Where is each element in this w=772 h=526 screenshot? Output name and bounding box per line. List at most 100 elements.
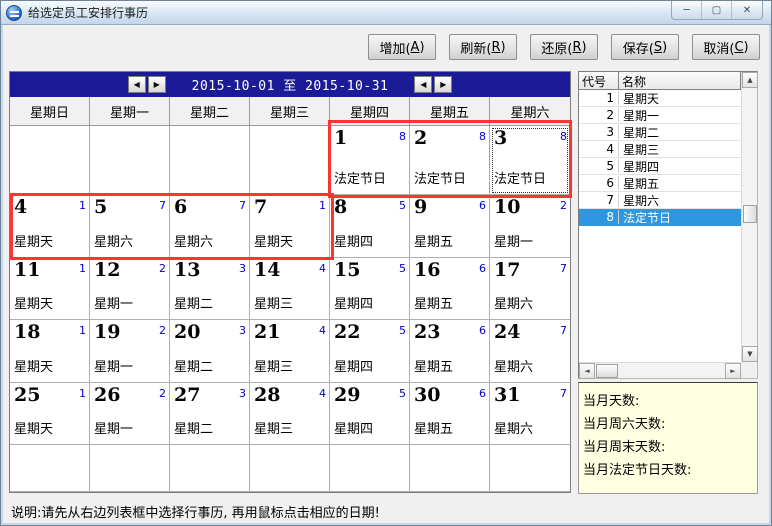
day-event-label: 星期天 — [254, 231, 326, 250]
day-event-label: 星期六 — [494, 356, 567, 375]
vertical-scrollbar[interactable]: ▲ ▼ — [741, 72, 757, 362]
legend-header-code: 代号 — [579, 72, 619, 89]
legend-code: 8 — [579, 210, 619, 224]
legend-code: 5 — [579, 159, 619, 173]
event-code: 7 — [239, 199, 246, 212]
calendar-day-cell[interactable]: 203星期二 — [170, 320, 250, 383]
calendar-empty-cell[interactable] — [10, 126, 90, 195]
day-number: 1 — [334, 127, 347, 149]
event-code: 8 — [560, 130, 567, 143]
legend-name: 星期二 — [619, 124, 741, 141]
close-icon[interactable]: ✕ — [732, 1, 762, 19]
legend-row[interactable]: 1星期天 — [579, 90, 741, 107]
calendar-empty-cell[interactable] — [90, 445, 170, 492]
event-code: 1 — [79, 324, 86, 337]
day-number: 23 — [414, 321, 440, 343]
calendar-day-cell[interactable]: 317星期六 — [490, 383, 570, 445]
calendar-empty-cell[interactable] — [170, 126, 250, 195]
calendar-day-cell[interactable]: 247星期六 — [490, 320, 570, 383]
event-code: 7 — [560, 387, 567, 400]
next-month-icon[interactable]: ▶ — [148, 76, 166, 93]
calendar-day-cell[interactable]: 57星期六 — [90, 195, 170, 258]
legend-code: 2 — [579, 108, 619, 122]
event-code: 1 — [79, 199, 86, 212]
save-button[interactable]: 保存(S) — [611, 34, 679, 60]
calendar-empty-cell[interactable] — [170, 445, 250, 492]
calendar-day-cell[interactable]: 41星期天 — [10, 195, 90, 258]
calendar-day-cell[interactable]: 18法定节日 — [330, 126, 410, 195]
scroll-right-icon[interactable]: ► — [725, 363, 741, 379]
calendar-day-cell[interactable]: 133星期二 — [170, 258, 250, 320]
restore-button[interactable]: 还原(R) — [530, 34, 598, 60]
calendar-empty-cell[interactable] — [10, 445, 90, 492]
cancel-button[interactable]: 取消(C) — [692, 34, 760, 60]
scroll-down-icon[interactable]: ▼ — [742, 346, 758, 362]
day-event-label: 星期一 — [94, 356, 166, 375]
legend-row[interactable]: 5星期四 — [579, 158, 741, 175]
event-code: 5 — [399, 262, 406, 275]
day-event-label: 星期四 — [334, 356, 406, 375]
calendar-day-cell[interactable]: 214星期三 — [250, 320, 330, 383]
prev-month-icon[interactable]: ◀ — [128, 76, 146, 93]
vertical-scroll-thumb[interactable] — [743, 205, 757, 223]
event-code: 5 — [399, 324, 406, 337]
calendar-day-cell[interactable]: 102星期一 — [490, 195, 570, 258]
maximize-icon[interactable]: ▢ — [702, 1, 732, 19]
scroll-left-icon[interactable]: ◄ — [579, 363, 595, 379]
event-code: 5 — [399, 387, 406, 400]
calendar-day-cell[interactable]: 111星期天 — [10, 258, 90, 320]
calendar-day-cell[interactable]: 295星期四 — [330, 383, 410, 445]
calendar-empty-cell[interactable] — [250, 445, 330, 492]
calendar-day-cell[interactable]: 306星期五 — [410, 383, 490, 445]
calendar-day-cell[interactable]: 177星期六 — [490, 258, 570, 320]
calendar-day-cell[interactable]: 71星期天 — [250, 195, 330, 258]
next-month-icon[interactable]: ▶ — [434, 76, 452, 93]
calendar-day-cell[interactable]: 28法定节日 — [410, 126, 490, 195]
day-event-label: 星期二 — [174, 293, 246, 312]
minimize-icon[interactable]: ─ — [672, 1, 702, 19]
event-code: 6 — [479, 324, 486, 337]
calendar-empty-cell[interactable] — [330, 445, 410, 492]
calendar-empty-cell[interactable] — [410, 445, 490, 492]
day-number: 29 — [334, 384, 360, 406]
calendar-day-cell[interactable]: 181星期天 — [10, 320, 90, 383]
calendar-empty-cell[interactable] — [90, 126, 170, 195]
calendar-day-cell[interactable]: 122星期一 — [90, 258, 170, 320]
calendar-day-cell[interactable]: 166星期五 — [410, 258, 490, 320]
calendar-day-cell[interactable]: 262星期一 — [90, 383, 170, 445]
legend-row[interactable]: 4星期三 — [579, 141, 741, 158]
legend-row[interactable]: 3星期二 — [579, 124, 741, 141]
calendar-day-cell[interactable]: 225星期四 — [330, 320, 410, 383]
legend-code: 6 — [579, 176, 619, 190]
day-number: 6 — [174, 196, 187, 218]
calendar-day-cell[interactable]: 284星期三 — [250, 383, 330, 445]
horizontal-scroll-thumb[interactable] — [596, 364, 618, 378]
calendar-empty-cell[interactable] — [490, 445, 570, 492]
left-nav-group: ◀ ▶ — [128, 76, 166, 93]
weekday-header: 星期五 — [410, 97, 490, 126]
day-event-label: 星期五 — [414, 418, 486, 437]
event-code: 2 — [159, 262, 166, 275]
calendar-day-cell[interactable]: 251星期天 — [10, 383, 90, 445]
legend-row[interactable]: 2星期一 — [579, 107, 741, 124]
calendar-day-cell[interactable]: 236星期五 — [410, 320, 490, 383]
add-button[interactable]: 增加(A) — [368, 34, 436, 60]
calendar-day-cell[interactable]: 144星期三 — [250, 258, 330, 320]
calendar-day-cell[interactable]: 273星期二 — [170, 383, 250, 445]
calendar-day-cell[interactable]: 192星期一 — [90, 320, 170, 383]
calendar-empty-cell[interactable] — [250, 126, 330, 195]
calendar-day-cell[interactable]: 67星期六 — [170, 195, 250, 258]
day-number: 27 — [174, 384, 200, 406]
calendar-day-cell[interactable]: 155星期四 — [330, 258, 410, 320]
scroll-up-icon[interactable]: ▲ — [742, 72, 758, 88]
window-controls: ─ ▢ ✕ — [671, 1, 763, 20]
calendar-day-cell[interactable]: 96星期五 — [410, 195, 490, 258]
horizontal-scrollbar[interactable]: ◄ ► — [579, 362, 741, 378]
legend-row[interactable]: 8法定节日 — [579, 209, 741, 226]
refresh-button[interactable]: 刷新(R) — [449, 34, 517, 60]
legend-row[interactable]: 7星期六 — [579, 192, 741, 209]
prev-month-icon[interactable]: ◀ — [414, 76, 432, 93]
legend-row[interactable]: 6星期五 — [579, 175, 741, 192]
calendar-day-cell[interactable]: 38法定节日 — [490, 126, 570, 195]
calendar-day-cell[interactable]: 85星期四 — [330, 195, 410, 258]
